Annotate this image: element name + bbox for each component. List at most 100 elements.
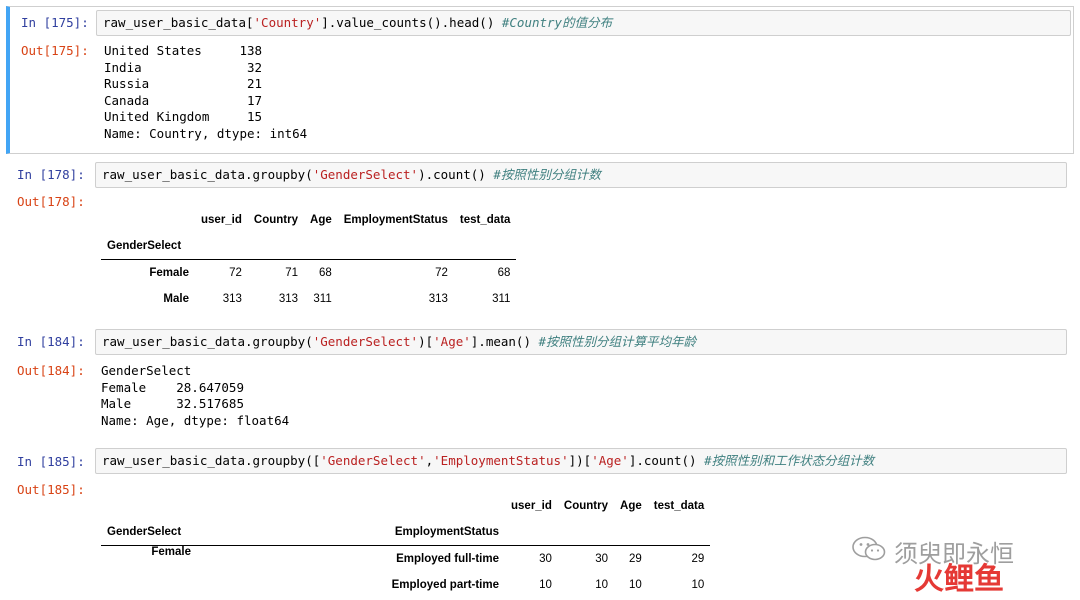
notebook-cell-178[interactable]: In [178]: raw_user_basic_data.groupby('G… xyxy=(6,158,1074,320)
table-row: Female Employed full-time 30 30 29 29 xyxy=(101,546,710,573)
table-cell: 311 xyxy=(492,293,511,305)
empty-cell xyxy=(505,519,558,546)
output-line: GenderSelect xyxy=(101,363,192,378)
watermark-brand: 火鲤鱼 xyxy=(914,562,1004,597)
notebook-cell-175[interactable]: In [175]: raw_user_basic_data['Country']… xyxy=(6,6,1074,154)
table-cell: 72 xyxy=(435,267,448,279)
code-text: )[ xyxy=(418,334,434,349)
output-line: Russia 21 xyxy=(104,76,263,91)
output-line: United States 138 xyxy=(104,43,263,58)
table-cell: 10 xyxy=(628,579,642,591)
code-text: ])[ xyxy=(568,453,592,468)
table-cell: 311 xyxy=(313,293,332,305)
wechat-icon xyxy=(852,536,886,561)
table-row: Male 313 313 311 313 311 xyxy=(101,286,516,312)
table-index-name-row: GenderSelect EmploymentStatus xyxy=(101,519,711,546)
empty-cell xyxy=(453,233,517,260)
code-text: raw_user_basic_data.groupby( xyxy=(102,334,313,349)
code-text: raw_user_basic_data.groupby( xyxy=(102,167,313,182)
code-string: 'GenderSelect' xyxy=(312,334,419,349)
table-cell: 10 xyxy=(539,579,552,591)
index-name: GenderSelect xyxy=(101,233,195,260)
out-prompt: Out[175]: xyxy=(21,43,89,58)
code-string: 'GenderSelect' xyxy=(312,167,419,182)
row-index: Female xyxy=(149,267,189,279)
code-text: ].value_counts().head() xyxy=(321,15,502,30)
column-header: Country xyxy=(563,500,609,512)
table-cell: 68 xyxy=(318,267,332,279)
table-cell: 71 xyxy=(285,267,299,279)
table-cell: 29 xyxy=(691,553,705,565)
code-text: ).count() xyxy=(418,167,494,182)
empty-cell xyxy=(195,233,248,260)
code-input[interactable]: raw_user_basic_data.groupby('GenderSelec… xyxy=(95,162,1067,188)
empty-cell xyxy=(304,233,338,260)
column-header: user_id xyxy=(201,214,242,226)
column-header: user_id xyxy=(511,500,552,512)
table-header-row: user_id Country Age EmploymentStatus tes… xyxy=(101,207,516,233)
empty-cell xyxy=(557,519,615,546)
code-text: raw_user_basic_data.groupby([ xyxy=(102,453,321,468)
output-line: Canada 17 xyxy=(104,92,263,108)
column-header: Age xyxy=(310,214,332,226)
row-index-level1: Employed full-time xyxy=(396,553,499,565)
table-cell: 29 xyxy=(628,553,642,565)
code-string: 'Age' xyxy=(591,453,629,468)
table-index-name-row: GenderSelect xyxy=(101,233,517,260)
table-cell: 10 xyxy=(691,579,705,591)
output-line: Name: Age, dtype: float64 xyxy=(101,412,290,428)
table-header-row: user_id Country Age test_data xyxy=(101,493,710,519)
in-prompt: In [178]: xyxy=(17,167,85,182)
dataframe-table: user_id Country Age test_data GenderSele… xyxy=(101,493,711,598)
notebook-cell-184[interactable]: In [184]: raw_user_basic_data.groupby('G… xyxy=(6,326,1074,436)
code-comment: #按照性别分组计数 xyxy=(493,167,601,182)
table-corner xyxy=(197,493,505,519)
code-input[interactable]: raw_user_basic_data['Country'].value_cou… xyxy=(96,10,1071,36)
column-header: Country xyxy=(253,214,299,226)
empty-cell xyxy=(247,233,305,260)
out-prompt: Out[184]: xyxy=(17,363,85,378)
code-string: 'EmploymentStatus' xyxy=(433,453,569,468)
column-header: EmploymentStatus xyxy=(343,214,448,226)
code-input[interactable]: raw_user_basic_data.groupby(['GenderSele… xyxy=(95,448,1067,474)
code-text: raw_user_basic_data[ xyxy=(103,15,254,30)
code-comment: #按照性别和工作状态分组计数 xyxy=(704,453,875,468)
empty-cell xyxy=(614,519,648,546)
row-index: Male xyxy=(163,293,189,305)
watermark: 须臾即永恒 火鲤鱼 xyxy=(852,532,1072,600)
output-line: Male 32.517685 xyxy=(101,396,244,411)
code-comment: #Country的值分布 xyxy=(501,15,613,30)
code-input[interactable]: raw_user_basic_data.groupby('GenderSelec… xyxy=(95,329,1067,355)
table-cell: 313 xyxy=(222,293,242,305)
output-line: Name: Country, dtype: int64 xyxy=(104,125,308,141)
table-corner xyxy=(101,207,195,233)
output-line: United Kingdom 15 xyxy=(104,109,263,124)
output-text: United States 138 India 32 Russia 21 Can… xyxy=(104,43,307,142)
code-text: ].count() xyxy=(628,453,705,468)
code-text: , xyxy=(425,453,434,468)
output-text: GenderSelect Female 28.647059 Male 32.51… xyxy=(101,363,289,429)
row-index-level1: Employed part-time xyxy=(391,579,499,591)
table-cell: 30 xyxy=(539,553,552,565)
table-row: Employed part-time 10 10 10 10 xyxy=(101,572,710,598)
in-prompt: In [185]: xyxy=(17,454,85,469)
in-prompt: In [184]: xyxy=(17,334,85,349)
index-name: EmploymentStatus xyxy=(197,519,505,546)
table-corner xyxy=(101,493,197,519)
dataframe-table: user_id Country Age EmploymentStatus tes… xyxy=(101,207,517,312)
code-comment: #按照性别分组计算平均年龄 xyxy=(538,334,697,349)
table-cell: 72 xyxy=(229,267,242,279)
out-prompt: Out[178]: xyxy=(17,194,85,209)
code-text: ].mean() xyxy=(470,334,539,349)
table-cell: 313 xyxy=(278,293,299,305)
row-index-level0: Female xyxy=(151,546,191,558)
output-line: Female 28.647059 xyxy=(101,379,244,395)
code-string: 'GenderSelect' xyxy=(320,453,426,468)
code-string: 'Country' xyxy=(253,15,322,30)
table-cell: 10 xyxy=(595,579,609,591)
code-string: 'Age' xyxy=(433,334,471,349)
index-name: GenderSelect xyxy=(101,519,197,546)
in-prompt: In [175]: xyxy=(21,15,89,30)
column-header: test_data xyxy=(459,214,511,226)
row-index-level0 xyxy=(101,572,197,598)
